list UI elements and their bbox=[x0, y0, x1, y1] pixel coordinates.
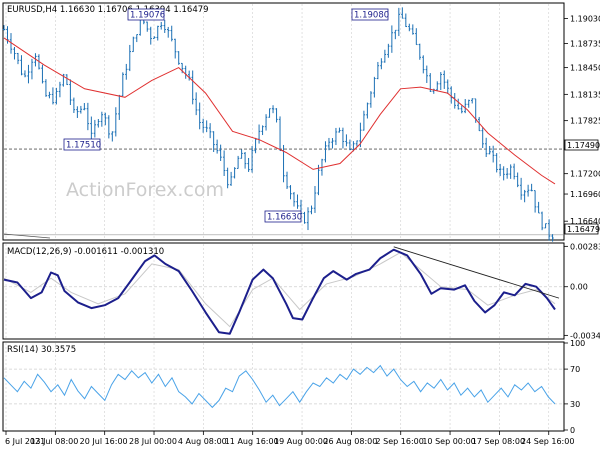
x-tick-label: 17 Sep 08:00 bbox=[472, 437, 525, 446]
x-tick-label: 10 Sep 00:00 bbox=[422, 437, 475, 446]
rsi-label: RSI(14) 30.3575 bbox=[7, 345, 76, 355]
x-tick-label: 11 Aug 16:00 bbox=[225, 437, 279, 446]
rsi-y-tick-label: 70 bbox=[570, 365, 580, 374]
level-tag-1.17490: 1.17490 bbox=[564, 139, 600, 151]
x-tick-label: 20 Jul 16:00 bbox=[80, 437, 128, 446]
macd-y-tick-label: 0.002836 bbox=[570, 242, 600, 251]
current-price-tag: 1.16479 bbox=[564, 223, 600, 235]
y-tick-label: 1.19030 bbox=[570, 14, 600, 23]
x-tick-label: 19 Aug 00:00 bbox=[274, 437, 328, 446]
annotation-label: 1.16630 bbox=[267, 213, 302, 223]
y-tick-label: 1.16960 bbox=[570, 190, 600, 199]
annotation-1.19080: 1.19080 bbox=[351, 8, 389, 21]
macd-label: MACD(12,26,9) -0.001611 -0.001310 bbox=[7, 247, 164, 257]
annotation-label: 1.19080 bbox=[354, 11, 389, 21]
level-tag-label: 1.17490 bbox=[567, 141, 600, 150]
annotation-label: 1.19076 bbox=[130, 11, 165, 21]
x-tick-label: 24 Sep 16:00 bbox=[521, 437, 574, 446]
current-price-label: 1.16479 bbox=[567, 225, 600, 234]
watermark: ActionForex.com bbox=[66, 179, 224, 201]
annotation-1.19076: 1.19076 bbox=[127, 8, 165, 21]
annotation-label: 1.17510 bbox=[66, 141, 101, 151]
y-tick-label: 1.17825 bbox=[570, 117, 600, 126]
x-tick-label: 26 Aug 08:00 bbox=[323, 437, 377, 446]
chart-canvas: 6 Jul 202113 Jul 08:00 20 Jul 16:00 28 Jul… bbox=[0, 0, 600, 450]
ohlc-header: EURUSD,H4 1.16630 1.16706 1.16394 1.1647… bbox=[7, 5, 209, 15]
y-tick-label: 1.18135 bbox=[570, 90, 600, 99]
annotation-1.17510: 1.17510 bbox=[63, 138, 101, 151]
annotation-1.16630: 1.16630 bbox=[264, 210, 302, 223]
chart-background bbox=[0, 0, 600, 450]
rsi-y-tick-label: 100 bbox=[570, 339, 585, 348]
y-tick-label: 1.18450 bbox=[570, 64, 600, 73]
x-tick-label: 2 Sep 16:00 bbox=[376, 437, 424, 446]
rsi-y-tick-label: 0 bbox=[570, 426, 575, 435]
y-tick-label: 1.17200 bbox=[570, 170, 600, 179]
x-tick-label: 28 Jul 00:00 bbox=[129, 437, 177, 446]
y-tick-label: 1.18735 bbox=[570, 39, 600, 48]
macd-y-tick-label: 0.00 bbox=[570, 283, 588, 292]
x-tick-label: 13 Jul 08:00 bbox=[30, 437, 78, 446]
rsi-y-tick-label: 30 bbox=[570, 400, 580, 409]
x-tick-label: 4 Aug 08:00 bbox=[178, 437, 227, 446]
